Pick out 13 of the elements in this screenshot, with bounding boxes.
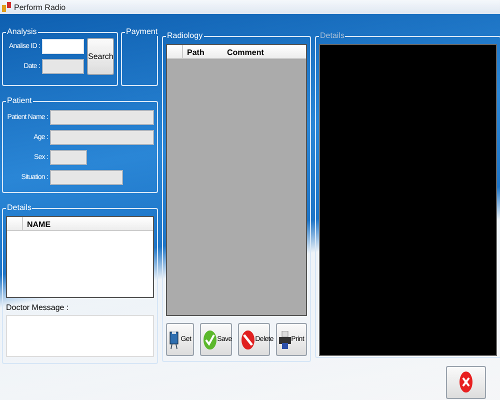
search-button[interactable]: Search — [87, 38, 114, 75]
group-title: Radiology — [166, 32, 204, 40]
window-title: Perform Radio — [14, 2, 66, 12]
group-title: Details — [6, 204, 32, 212]
data-grid[interactable]: Path Comment — [166, 44, 307, 316]
group-title: Analysis — [6, 28, 38, 36]
data-grid[interactable]: NAME — [6, 216, 154, 298]
group-title: Patient — [6, 97, 33, 105]
group-title: Payment — [125, 28, 159, 36]
group-title: Details — [319, 32, 346, 40]
column-header[interactable]: Comment — [223, 45, 303, 58]
column-header[interactable]: Path — [183, 45, 223, 58]
field-label: Doctor Message : — [6, 303, 70, 312]
